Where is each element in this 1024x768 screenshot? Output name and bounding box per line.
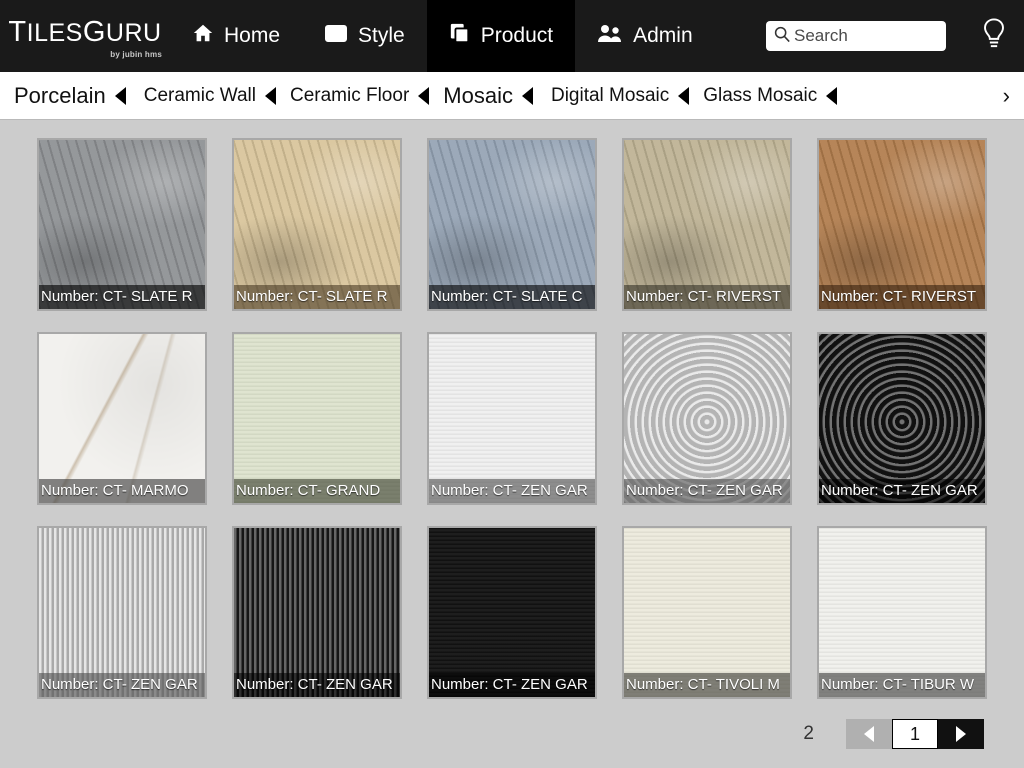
category-next-icon[interactable]: ›: [1003, 84, 1018, 107]
category-item-label: Glass Mosaic: [703, 84, 818, 106]
product-number-label: Number: CT- RIVERST: [624, 285, 790, 309]
nav-item-style-label: Style: [358, 24, 405, 47]
product-card[interactable]: Number: CT- SLATE R: [37, 138, 207, 311]
product-card[interactable]: Number: CT- SLATE R: [232, 138, 402, 311]
product-thumbnail: [819, 334, 985, 503]
product-card[interactable]: Number: CT- ZEN GAR: [37, 526, 207, 699]
product-card[interactable]: Number: CT- ZEN GAR: [427, 332, 597, 505]
style-icon: [324, 22, 348, 50]
product-number-label: Number: CT- RIVERST: [819, 285, 985, 309]
nav-item-product-label: Product: [480, 24, 554, 47]
product-number-label: Number: CT- ZEN GAR: [234, 673, 400, 697]
lightbulb-button[interactable]: [964, 0, 1024, 72]
category-item-porcelain[interactable]: Porcelain: [14, 83, 144, 109]
category-item-mosaic[interactable]: Mosaic: [443, 83, 551, 109]
product-number-label: Number: CT- ZEN GAR: [39, 673, 205, 697]
product-number-label: Number: CT- SLATE C: [429, 285, 595, 309]
next-page-button[interactable]: [938, 719, 984, 749]
product-card[interactable]: Number: CT- ZEN GAR: [232, 526, 402, 699]
triangle-left-icon: [826, 86, 838, 105]
product-thumbnail: [39, 528, 205, 697]
category-item-label: Ceramic Wall: [143, 84, 256, 106]
category-item-ceramic-wall[interactable]: Ceramic Wall: [144, 85, 290, 107]
product-thumbnail: [429, 528, 595, 697]
product-number-label: Number: CT- ZEN GAR: [624, 479, 790, 503]
home-icon: [192, 22, 214, 50]
product-number-label: Number: CT- ZEN GAR: [429, 479, 595, 503]
prev-page-button[interactable]: [846, 719, 892, 749]
product-thumbnail: [39, 334, 205, 503]
product-card[interactable]: Number: CT- ZEN GAR: [817, 332, 987, 505]
pagination-controls: [846, 719, 984, 749]
category-bar: Porcelain Ceramic Wall Ceramic Floor Mosaic…: [0, 72, 1024, 120]
search-input[interactable]: [794, 26, 939, 46]
category-item-label: Mosaic: [443, 82, 513, 108]
category-item-digital-mosaic[interactable]: Digital Mosaic: [551, 85, 703, 107]
product-thumbnail: [429, 140, 595, 309]
product-card[interactable]: Number: CT- MARMO: [37, 332, 207, 505]
category-item-label: Digital Mosaic: [550, 84, 670, 106]
product-thumbnail: [234, 334, 400, 503]
product-card[interactable]: Number: CT- ZEN GAR: [622, 332, 792, 505]
triangle-left-icon: [521, 86, 533, 105]
product-thumbnail: [819, 140, 985, 309]
nav-item-home-label: Home: [224, 24, 281, 47]
product-grid: Number: CT- SLATE R Number: CT- SLATE R Nu…: [0, 120, 1024, 699]
product-thumbnail: [624, 334, 790, 503]
triangle-left-icon: [864, 726, 874, 742]
category-item-ceramic-floor[interactable]: Ceramic Floor: [290, 85, 443, 107]
product-number-label: Number: CT- TIVOLI M: [624, 673, 790, 697]
product-card[interactable]: Number: CT- GRAND: [232, 332, 402, 505]
admin-icon: [597, 22, 623, 50]
lightbulb-icon: [979, 17, 1009, 56]
total-pages-label: 2: [803, 723, 814, 744]
product-card[interactable]: Number: CT- RIVERST: [817, 138, 987, 311]
nav-item-admin[interactable]: Admin: [575, 0, 715, 72]
product-card[interactable]: Number: CT- TIBUR W: [817, 526, 987, 699]
triangle-left-icon: [114, 86, 126, 105]
triangle-left-icon: [418, 86, 430, 105]
product-number-label: Number: CT- SLATE R: [39, 285, 205, 309]
category-item-label: Porcelain: [14, 82, 106, 108]
product-number-label: Number: CT- GRAND: [234, 479, 400, 503]
triangle-left-icon: [264, 86, 276, 105]
triangle-left-icon: [678, 86, 690, 105]
nav-item-style[interactable]: Style: [302, 0, 427, 72]
nav-item-product[interactable]: Product: [426, 0, 576, 72]
logo-text: TILESGURU: [8, 15, 162, 48]
logo-tagline: by jubin hms: [110, 49, 162, 59]
header-spacer: [715, 0, 766, 72]
product-number-label: Number: CT- MARMO: [39, 479, 205, 503]
page-number-input[interactable]: [892, 719, 938, 749]
product-card[interactable]: Number: CT- ZEN GAR: [427, 526, 597, 699]
triangle-right-icon: [956, 726, 966, 742]
search-icon: [773, 25, 791, 48]
app-header: TILESGURU by jubin hms Home Style Produc…: [0, 0, 1024, 72]
product-number-label: Number: CT- TIBUR W: [819, 673, 985, 697]
product-number-label: Number: CT- SLATE R: [234, 285, 400, 309]
app-logo[interactable]: TILESGURU by jubin hms: [0, 0, 170, 72]
product-thumbnail: [39, 140, 205, 309]
product-card[interactable]: Number: CT- SLATE C: [427, 138, 597, 311]
search-box[interactable]: [766, 21, 946, 51]
product-thumbnail: [234, 528, 400, 697]
product-thumbnail: [819, 528, 985, 697]
product-thumbnail: [234, 140, 400, 309]
product-icon: [449, 22, 471, 50]
pagination: 2: [0, 699, 1024, 749]
search-area: [766, 0, 964, 72]
product-thumbnail: [429, 334, 595, 503]
category-item-glass-mosaic[interactable]: Glass Mosaic: [703, 85, 851, 107]
product-thumbnail: [624, 528, 790, 697]
product-number-label: Number: CT- ZEN GAR: [819, 479, 985, 503]
category-item-label: Ceramic Floor: [289, 84, 410, 106]
nav-item-home[interactable]: Home: [170, 0, 302, 72]
product-number-label: Number: CT- ZEN GAR: [429, 673, 595, 697]
product-thumbnail: [624, 140, 790, 309]
nav-item-admin-label: Admin: [633, 24, 693, 47]
product-card[interactable]: Number: CT- TIVOLI M: [622, 526, 792, 699]
product-card[interactable]: Number: CT- RIVERST: [622, 138, 792, 311]
